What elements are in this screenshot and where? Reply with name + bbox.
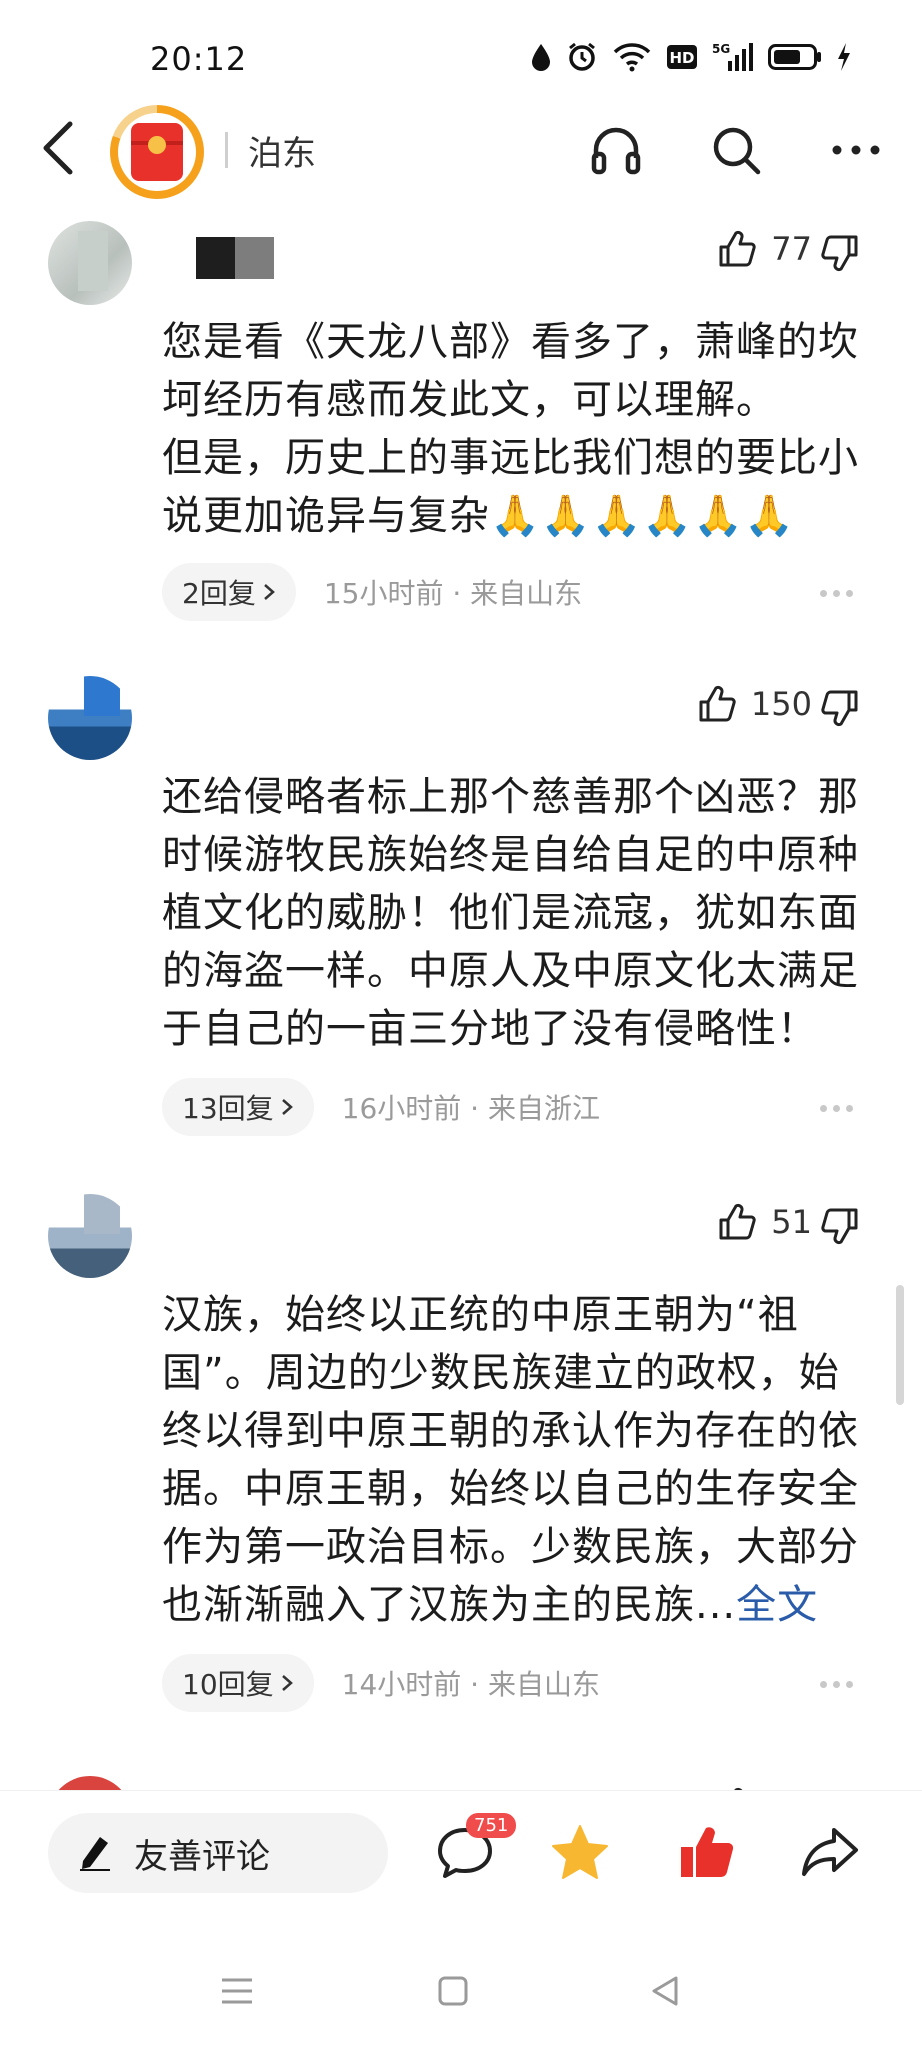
comment-count-badge: 751 xyxy=(466,1813,517,1838)
author-name[interactable]: 泊东 xyxy=(248,126,316,175)
thumbs-up-outline-icon xyxy=(719,230,756,267)
comment-text: 汉族，始终以正统的中原王朝为“祖 国”。周边的少数民族建立的政权，始 终以得到中… xyxy=(162,1292,859,1628)
search-icon xyxy=(713,127,761,175)
replies-button[interactable]: 2回复 xyxy=(162,563,296,621)
commenter-avatar[interactable] xyxy=(48,676,132,760)
like-button[interactable]: 51 xyxy=(717,1202,812,1242)
status-time: 20:12 xyxy=(150,40,248,78)
comment-meta: 2回复 15小时前 · 来自山东 xyxy=(162,563,582,621)
more-button[interactable] xyxy=(826,120,886,180)
like-button[interactable]: 150 xyxy=(697,684,812,724)
like-button[interactable]: 77 xyxy=(717,229,812,269)
headphones-icon xyxy=(591,127,641,175)
chevron-right-icon xyxy=(264,584,275,600)
bottom-action-bar: 友善评论 751 xyxy=(0,1790,922,1905)
commenter-avatar[interactable] xyxy=(48,221,132,305)
commenter-avatar[interactable] xyxy=(48,1194,132,1278)
hd-icon: HD xyxy=(666,40,698,74)
star-icon xyxy=(552,1825,608,1879)
thumbs-down-outline-icon xyxy=(821,1208,858,1245)
comment-time-location: 15小时前 · 来自山东 xyxy=(323,577,583,610)
home-button[interactable] xyxy=(428,1966,478,2016)
thumbs-up-icon xyxy=(681,1827,734,1878)
share-button[interactable] xyxy=(795,1817,865,1887)
comment-text: 您是看《天龙八部》看多了，萧峰的坎 坷经历有感而发此文，可以理解。 但是，历史上… xyxy=(162,313,862,545)
back-button[interactable] xyxy=(38,118,88,182)
replies-button[interactable]: 13回复 xyxy=(162,1078,314,1136)
scrollbar[interactable] xyxy=(896,1285,904,1405)
status-icons: HD 5G xyxy=(530,40,852,74)
water-drop-icon xyxy=(530,40,552,74)
status-bar: 20:12 HD 5G xyxy=(0,0,922,110)
commenter-name-redacted[interactable] xyxy=(196,237,274,279)
comment-text: 还给侵略者标上那个慈善那个凶恶？那 时候游牧民族始终是自给自足的中原种 植文化的… xyxy=(162,774,859,1052)
thumbs-down-outline-icon xyxy=(821,690,858,727)
comment-list: 77 您是看《天龙八部》看多了，萧峰的坎 坷经历有感而发此文，可以理解。 但是，… xyxy=(0,215,922,1805)
share-icon xyxy=(802,1828,858,1876)
like-count: 150 xyxy=(750,685,812,723)
replies-button[interactable]: 10回复 xyxy=(162,1654,314,1712)
praying-hands-emoji: 🙏🙏🙏🙏🙏🙏 xyxy=(490,493,795,539)
header-divider xyxy=(225,132,228,168)
dislike-button[interactable] xyxy=(820,233,860,273)
chevron-right-icon xyxy=(281,1675,293,1691)
comment-time-location: 14小时前 · 来自山东 xyxy=(341,1668,600,1701)
thumbs-up-outline-icon xyxy=(699,685,736,722)
comments-button[interactable]: 751 xyxy=(430,1813,517,1887)
svg-text:HD: HD xyxy=(669,49,694,67)
thumbs-up-outline-icon xyxy=(719,1203,756,1240)
back-triangle-icon xyxy=(652,1976,678,2006)
recent-apps-button[interactable] xyxy=(212,1966,262,2016)
chevron-right-icon xyxy=(281,1099,293,1115)
alarm-icon xyxy=(566,40,598,74)
wifi-icon xyxy=(612,40,652,74)
comment-input[interactable]: 友善评论 xyxy=(48,1813,388,1893)
like-count: 77 xyxy=(771,230,812,268)
search-button[interactable] xyxy=(706,120,766,180)
top-nav-bar: 泊东 xyxy=(0,100,922,200)
pen-icon xyxy=(80,1837,110,1871)
listen-button[interactable] xyxy=(586,120,646,180)
header-actions xyxy=(586,120,886,180)
system-back-button[interactable] xyxy=(640,1966,690,2016)
menu-icon xyxy=(222,1978,252,2004)
comment-more-button[interactable] xyxy=(820,1674,860,1694)
battery-icon xyxy=(768,40,822,74)
like-article-button[interactable] xyxy=(672,1817,742,1887)
svg-text:5G: 5G xyxy=(712,42,730,56)
comment-meta: 13回复 16小时前 · 来自浙江 xyxy=(162,1078,600,1136)
author-avatar[interactable] xyxy=(110,105,204,199)
comment-more-button[interactable] xyxy=(820,1098,860,1118)
charging-icon xyxy=(836,40,852,74)
system-navigation-bar xyxy=(0,1930,922,2048)
dislike-button[interactable] xyxy=(820,688,860,728)
comment-time-location: 16小时前 · 来自浙江 xyxy=(341,1092,600,1125)
comment-more-button[interactable] xyxy=(820,583,860,603)
back-icon xyxy=(43,121,73,175)
like-count: 51 xyxy=(771,1203,812,1241)
home-icon xyxy=(438,1976,468,2006)
dislike-button[interactable] xyxy=(820,1206,860,1246)
red-packet-icon xyxy=(131,123,183,181)
favorite-button[interactable] xyxy=(545,1817,615,1887)
more-icon xyxy=(832,145,880,155)
comment-meta: 10回复 14小时前 · 来自山东 xyxy=(162,1654,600,1712)
signal-5g-icon: 5G xyxy=(712,40,754,74)
thumbs-down-outline-icon xyxy=(821,235,858,272)
full-text-link[interactable]: 全文 xyxy=(736,1582,818,1628)
